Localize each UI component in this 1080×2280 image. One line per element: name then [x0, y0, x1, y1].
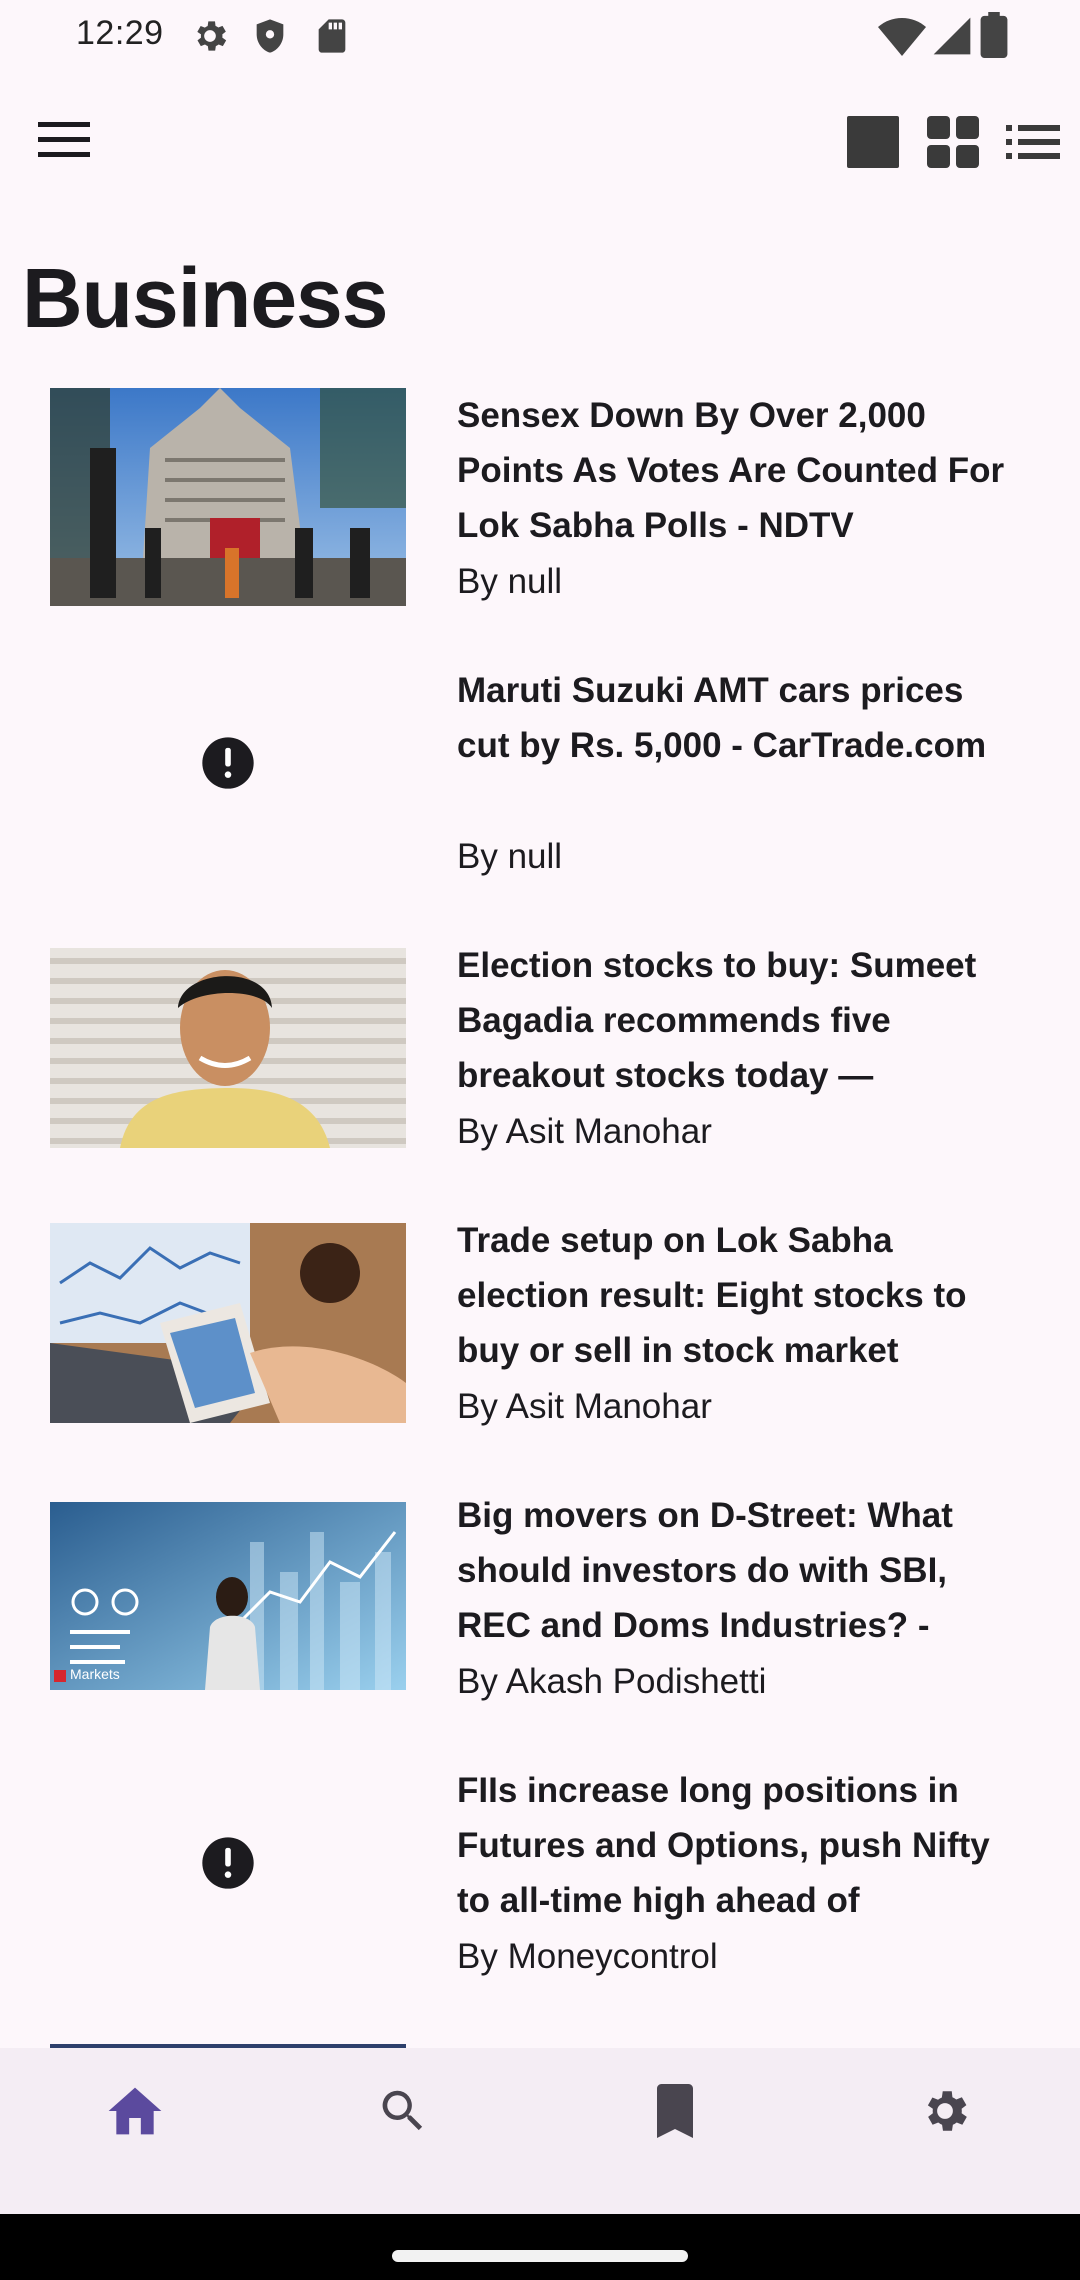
- article-author: By null: [457, 837, 563, 876]
- article-title: Maruti Suzuki AMT cars prices cut by Rs.…: [457, 671, 987, 765]
- nav-home[interactable]: [80, 2076, 190, 2146]
- shield-icon: [250, 16, 290, 61]
- article-author: By Asit Manohar: [457, 1387, 712, 1426]
- article-item[interactable]: Markets Big movers on D-Street: What sho…: [0, 1484, 1080, 1759]
- bookmark-icon: [657, 2084, 693, 2138]
- image-caption: Markets: [70, 1666, 120, 1682]
- home-gesture-handle[interactable]: [392, 2250, 688, 2262]
- single-card-view-button[interactable]: [838, 110, 908, 174]
- nav-settings[interactable]: [890, 2076, 1000, 2146]
- bottom-navigation: [0, 2048, 1080, 2214]
- article-title: Sensex Down By Over 2,000 Points As Vote…: [457, 396, 1005, 545]
- image-error-placeholder: [50, 1763, 406, 1963]
- article-title: Trade setup on Lok Sabha election result…: [457, 1221, 967, 1370]
- home-icon: [108, 2087, 162, 2135]
- article-title: Election stocks to buy: Sumeet Bagadia r…: [457, 946, 977, 1095]
- grid-view-button[interactable]: [918, 110, 988, 174]
- battery-icon: [980, 12, 1008, 63]
- wifi-icon: [878, 14, 926, 63]
- hamburger-menu-icon: [38, 122, 90, 157]
- article-author: By Akash Podishetti: [457, 1662, 767, 1701]
- status-bar: 12:29: [0, 0, 1080, 70]
- nav-search[interactable]: [348, 2076, 458, 2146]
- search-icon: [382, 2090, 423, 2131]
- single-card-view-icon: [847, 116, 899, 168]
- article-author: By Asit Manohar: [457, 1112, 712, 1151]
- gesture-navigation-area: [0, 2214, 1080, 2280]
- top-app-bar: [0, 92, 1080, 192]
- settings-icon: [927, 2091, 967, 2131]
- article-item[interactable]: Maruti Suzuki AMT cars prices cut by Rs.…: [0, 659, 1080, 934]
- nav-bookmarks[interactable]: [620, 2076, 730, 2146]
- status-time: 12:29: [76, 14, 164, 52]
- settings-gear-icon: [190, 16, 230, 61]
- article-item[interactable]: Sensex Down By Over 2,000 Points As Vote…: [0, 384, 1080, 659]
- list-view-button[interactable]: [998, 110, 1068, 174]
- page-title: Business: [22, 251, 388, 345]
- article-title: Big movers on D-Street: What should inve…: [457, 1496, 953, 1645]
- sd-card-icon: [312, 16, 352, 61]
- image-error-placeholder: [50, 663, 406, 863]
- article-item[interactable]: Trade setup on Lok Sabha election result…: [0, 1209, 1080, 1484]
- article-list[interactable]: Sensex Down By Over 2,000 Points As Vote…: [0, 384, 1080, 2048]
- article-author: By null: [457, 562, 563, 601]
- grid-view-icon: [927, 116, 979, 168]
- investor-charts-photo: Markets: [50, 1502, 406, 1690]
- man-portrait-photo: [50, 948, 406, 1148]
- menu-button[interactable]: [38, 112, 114, 172]
- article-title: FIIs increase long positions in Futures …: [457, 1771, 990, 1920]
- error-icon: [202, 1837, 254, 1889]
- article-item[interactable]: Election stocks to buy: Sumeet Bagadia r…: [0, 934, 1080, 1209]
- phone-laptop-trading-photo: [50, 1223, 406, 1423]
- article-author: By Moneycontrol: [457, 1937, 718, 1976]
- error-icon: [202, 737, 254, 789]
- article-item[interactable]: FIIs increase long positions in Futures …: [0, 1759, 1080, 2034]
- list-view-icon: [1006, 125, 1060, 159]
- stock-exchange-building-photo: [50, 388, 406, 606]
- cellular-signal-icon: [930, 14, 974, 63]
